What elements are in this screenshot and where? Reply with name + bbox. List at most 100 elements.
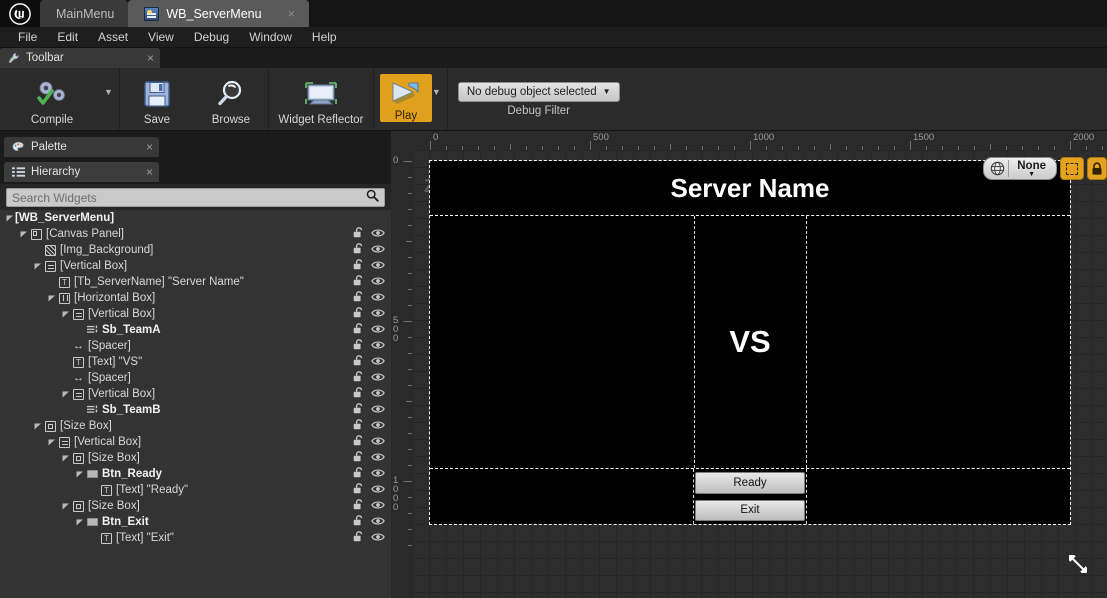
- expander-triangle-icon[interactable]: [60, 390, 71, 398]
- hierarchy-row[interactable]: [WB_ServerMenu]: [0, 210, 391, 226]
- preview-server-name-text[interactable]: Server Name: [430, 161, 1070, 216]
- preview-vs-text[interactable]: VS: [695, 216, 807, 468]
- unlocked-padlock-icon[interactable]: [353, 306, 364, 322]
- expander-triangle-icon[interactable]: [32, 262, 43, 270]
- unlocked-padlock-icon[interactable]: [353, 450, 364, 466]
- save-button[interactable]: Save: [120, 68, 194, 130]
- eye-icon[interactable]: [371, 404, 385, 417]
- unlocked-padlock-icon[interactable]: [353, 242, 364, 258]
- expander-triangle-icon[interactable]: [46, 438, 57, 446]
- unlocked-padlock-icon[interactable]: [353, 466, 364, 482]
- hierarchy-row-controls[interactable]: [343, 450, 385, 466]
- preview-team-a-column[interactable]: [430, 216, 695, 468]
- hierarchy-row-controls[interactable]: [343, 322, 385, 338]
- dashed-square-icon[interactable]: [1060, 157, 1084, 180]
- menu-item-view[interactable]: View: [138, 28, 184, 47]
- expander-triangle-icon[interactable]: [60, 502, 71, 510]
- eye-icon[interactable]: [371, 484, 385, 497]
- hierarchy-row-controls[interactable]: [343, 434, 385, 450]
- unreal-engine-logo-icon[interactable]: [0, 0, 40, 27]
- hierarchy-row[interactable]: [Canvas Panel]: [0, 226, 391, 242]
- eye-icon[interactable]: [371, 436, 385, 449]
- hierarchy-row[interactable]: [Size Box]: [0, 450, 391, 466]
- panel-tab-toolbar[interactable]: Toolbar ×: [0, 48, 160, 68]
- widget-reflector-button[interactable]: Widget Reflector: [269, 68, 373, 130]
- menu-item-window[interactable]: Window: [239, 28, 302, 47]
- unlocked-padlock-icon[interactable]: [353, 354, 364, 370]
- hierarchy-row-controls[interactable]: [343, 370, 385, 386]
- hierarchy-row[interactable]: T [Tb_ServerName] "Server Name": [0, 274, 391, 290]
- browse-button[interactable]: Browse: [194, 68, 268, 130]
- debug-object-select[interactable]: No debug object selected ▼: [457, 81, 620, 102]
- menu-item-edit[interactable]: Edit: [47, 28, 88, 47]
- close-icon[interactable]: ×: [288, 7, 296, 20]
- hierarchy-row[interactable]: [Vertical Box]: [0, 306, 391, 322]
- expander-triangle-icon[interactable]: [74, 518, 85, 526]
- unlocked-padlock-icon[interactable]: [353, 274, 364, 290]
- eye-icon[interactable]: [371, 228, 385, 241]
- unlocked-padlock-icon[interactable]: [353, 386, 364, 402]
- close-icon[interactable]: ×: [147, 51, 154, 65]
- eye-icon[interactable]: [371, 292, 385, 305]
- eye-icon[interactable]: [371, 516, 385, 529]
- hierarchy-row-controls[interactable]: [343, 354, 385, 370]
- hierarchy-row-controls[interactable]: [343, 386, 385, 402]
- preview-ready-button[interactable]: Ready: [695, 472, 805, 494]
- close-icon[interactable]: ×: [146, 165, 153, 179]
- unlocked-padlock-icon[interactable]: [353, 370, 364, 386]
- hierarchy-row[interactable]: Sb_TeamA: [0, 322, 391, 338]
- unlocked-padlock-icon[interactable]: [353, 402, 364, 418]
- hierarchy-row[interactable]: ↔ [Spacer]: [0, 370, 391, 386]
- hierarchy-row-controls[interactable]: [343, 258, 385, 274]
- search-widgets-box[interactable]: [6, 188, 385, 207]
- hierarchy-row[interactable]: [Size Box]: [0, 418, 391, 434]
- menu-item-file[interactable]: File: [8, 28, 47, 47]
- menu-item-debug[interactable]: Debug: [184, 28, 239, 47]
- expander-triangle-icon[interactable]: [74, 470, 85, 478]
- expander-triangle-icon[interactable]: [60, 454, 71, 462]
- eye-icon[interactable]: [371, 388, 385, 401]
- hierarchy-row[interactable]: T [Text] "VS": [0, 354, 391, 370]
- hierarchy-row-controls[interactable]: [343, 482, 385, 498]
- compile-dropdown-arrow[interactable]: ▼: [104, 68, 119, 130]
- hierarchy-row-controls[interactable]: [343, 290, 385, 306]
- eye-icon[interactable]: [371, 308, 385, 321]
- unlocked-padlock-icon[interactable]: [353, 482, 364, 498]
- hierarchy-row-controls[interactable]: [343, 242, 385, 258]
- widget-preview-surface[interactable]: Server Name VS Ready Exit: [429, 160, 1071, 525]
- hierarchy-row-controls[interactable]: [343, 466, 385, 482]
- eye-icon[interactable]: [371, 356, 385, 369]
- unlocked-padlock-icon[interactable]: [353, 290, 364, 306]
- unlocked-padlock-icon[interactable]: [353, 530, 364, 546]
- vertical-ruler[interactable]: 0 500 1000: [391, 150, 412, 598]
- unlocked-padlock-icon[interactable]: [353, 258, 364, 274]
- hierarchy-row-controls[interactable]: [343, 306, 385, 322]
- menu-item-help[interactable]: Help: [302, 28, 347, 47]
- expander-triangle-icon[interactable]: [60, 310, 71, 318]
- hierarchy-row[interactable]: [Vertical Box]: [0, 434, 391, 450]
- design-canvas[interactable]: Zoom -4 Server Name VS Ready Exit: [412, 150, 1107, 598]
- eye-icon[interactable]: [371, 340, 385, 353]
- hierarchy-row-controls[interactable]: [343, 338, 385, 354]
- hierarchy-row[interactable]: [Img_Background]: [0, 242, 391, 258]
- screen-size-value-wrap[interactable]: None ▼: [1009, 160, 1054, 178]
- expander-triangle-icon[interactable]: [18, 230, 29, 238]
- search-icon[interactable]: [366, 189, 379, 207]
- document-tab-mainmenu[interactable]: MainMenu: [40, 0, 129, 27]
- close-icon[interactable]: ×: [146, 140, 153, 154]
- panel-tab-palette[interactable]: Palette ×: [4, 137, 159, 157]
- hierarchy-row-controls[interactable]: [343, 514, 385, 530]
- expander-triangle-icon[interactable]: [46, 294, 57, 302]
- eye-icon[interactable]: [371, 468, 385, 481]
- unlocked-padlock-icon[interactable]: [353, 514, 364, 530]
- hierarchy-row[interactable]: ↔ [Spacer]: [0, 338, 391, 354]
- screen-size-selector[interactable]: None ▼: [983, 157, 1057, 180]
- eye-icon[interactable]: [371, 324, 385, 337]
- eye-icon[interactable]: [371, 452, 385, 465]
- globe-icon[interactable]: [986, 161, 1008, 176]
- eye-icon[interactable]: [371, 276, 385, 289]
- widget-hierarchy-tree[interactable]: [WB_ServerMenu] [Canvas Panel] [Img_Backgr…: [0, 210, 391, 598]
- panel-tab-hierarchy[interactable]: Hierarchy ×: [4, 162, 159, 182]
- horizontal-ruler[interactable]: 0 500 1000 1500 2000: [412, 131, 1107, 150]
- eye-icon[interactable]: [371, 532, 385, 545]
